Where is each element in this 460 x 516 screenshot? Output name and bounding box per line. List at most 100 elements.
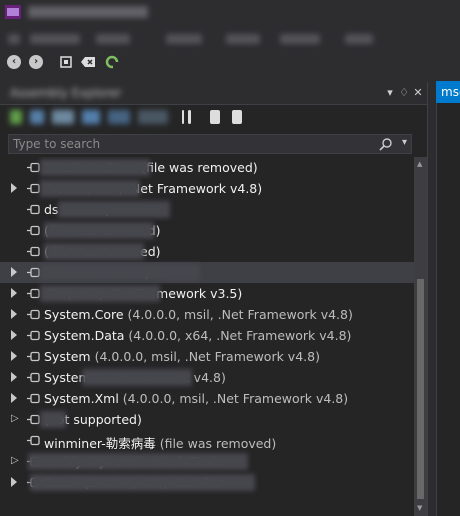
menu-item[interactable]	[345, 34, 373, 44]
assembly-details: (file was removed)	[155, 436, 277, 451]
chip-icon[interactable]	[58, 54, 74, 70]
search-box[interactable]: ▾	[8, 134, 412, 154]
assembly-reference-icon	[27, 162, 40, 173]
menu-item[interactable]	[166, 34, 202, 44]
expand-arrow-icon[interactable]	[11, 477, 17, 487]
menu-item[interactable]	[96, 34, 130, 44]
dropdown-icon[interactable]: ▾	[384, 86, 396, 100]
redaction-mask	[44, 222, 154, 239]
expand-arrow-icon[interactable]	[11, 372, 17, 382]
assembly-name: System.Core	[44, 307, 124, 322]
scrollbar-thumb[interactable]	[417, 279, 424, 499]
assembly-details: (4.0.0.0, msil, .Net Framework v4.8)	[123, 307, 353, 322]
menu-item[interactable]	[280, 34, 320, 44]
assembly-reference-icon	[27, 372, 40, 383]
expand-arrow-icon[interactable]	[11, 309, 17, 319]
menu-item[interactable]	[226, 34, 260, 44]
list-item[interactable]: System.Data (4.0.0.0, x64, .Net Framewor…	[0, 325, 414, 346]
redaction-mask	[28, 453, 248, 470]
assembly-name: System.Data	[44, 328, 125, 343]
list-item[interactable]: Framework v4.8)	[0, 262, 414, 283]
redaction-mask	[40, 285, 160, 302]
list-item[interactable]: 016, x86, .Net Framework v3.5)	[0, 283, 414, 304]
toolbar-icon[interactable]	[182, 110, 184, 124]
title-bar	[0, 0, 460, 26]
search-options-icon[interactable]: ▾	[402, 137, 407, 148]
document-tab[interactable]: msc	[436, 81, 460, 103]
expand-arrow-icon[interactable]	[11, 330, 17, 340]
list-item[interactable]: DAL.Data.Base (file was removed)	[0, 157, 414, 178]
toolbar-icon[interactable]	[52, 110, 74, 124]
back-icon[interactable]: ‹	[6, 54, 22, 70]
toolbar-icon[interactable]	[210, 110, 220, 124]
expand-arrow-icon[interactable]	[11, 351, 17, 361]
menu-item[interactable]	[30, 34, 80, 44]
assembly-label: winminer-勒索病毒 (file was removed)	[44, 433, 276, 452]
list-item[interactable]: ▷ (not supported)	[0, 409, 414, 430]
list-item[interactable]: ds moved)	[0, 199, 414, 220]
list-item[interactable]: System.Xml (4.0.0.0, msil, .Net Framewor…	[0, 388, 414, 409]
toolbar-icon[interactable]	[138, 110, 168, 124]
list-item[interactable]: Batch (1.0.0.0, x86, .Net Fra	[0, 472, 414, 493]
toolbar-icon[interactable]	[108, 110, 130, 124]
assembly-reference-icon	[27, 267, 40, 278]
pin-icon[interactable]: ♢	[398, 86, 410, 100]
expand-arrow-icon[interactable]	[11, 267, 17, 277]
list-item[interactable]: ▷embly: CyberWin.Work.Trade	[0, 451, 414, 472]
delete-icon[interactable]	[80, 54, 96, 70]
assembly-reference-icon	[27, 204, 40, 215]
vertical-scrollbar[interactable]: ▲ ▼	[414, 157, 427, 516]
window-title	[28, 6, 148, 18]
expand-arrow-icon[interactable]: ▷	[11, 414, 19, 424]
expand-arrow-icon[interactable]	[11, 183, 17, 193]
redaction-mask	[82, 369, 192, 386]
redaction-mask	[30, 474, 255, 491]
expand-arrow-icon[interactable]: ▷	[11, 456, 19, 466]
list-item[interactable]: 4.0.0.0, x64, .Net Framework v4.8)	[0, 178, 414, 199]
assembly-reference-icon	[27, 246, 40, 257]
close-icon[interactable]: ✕	[412, 86, 424, 100]
list-item[interactable]: System (4.0.0.0, msil, .Net Framework v4…	[0, 346, 414, 367]
app-logo-icon	[5, 5, 21, 19]
scroll-up-icon[interactable]: ▲	[417, 160, 422, 168]
expand-arrow-icon[interactable]	[11, 288, 17, 298]
list-item[interactable]: (file was removed)	[0, 241, 414, 262]
assembly-label: System.Data (4.0.0.0, x64, .Net Framewor…	[44, 328, 351, 343]
refresh-icon[interactable]	[104, 54, 120, 70]
assembly-details: (4.0.0.0, msil, .Net Framework v4.8)	[118, 391, 349, 406]
toolbar-icon[interactable]	[232, 110, 242, 124]
panel-header: Assembly Explorer ▾ ♢ ✕	[0, 82, 427, 105]
assembly-reference-icon	[27, 393, 40, 404]
add-icon[interactable]	[10, 110, 22, 124]
assembly-list: DAL.Data.Base (file was removed) 4.0.0.0,…	[0, 157, 414, 516]
assembly-reference-icon	[27, 351, 40, 362]
redaction-mask	[40, 159, 150, 176]
toolbar-icon[interactable]	[82, 110, 100, 124]
list-item[interactable]: System.Core (4.0.0.0, msil, .Net Framewo…	[0, 304, 414, 325]
assembly-label: System.Core (4.0.0.0, msil, .Net Framewo…	[44, 307, 353, 322]
redaction-mask	[40, 411, 66, 428]
toolbar-icon[interactable]	[188, 110, 191, 124]
list-item[interactable]: winminer-勒索病毒 (file was removed)	[0, 430, 414, 451]
assembly-reference-icon	[27, 330, 40, 341]
redaction-mask	[40, 180, 140, 197]
assembly-reference-icon	[27, 435, 40, 446]
assembly-name: System	[44, 349, 91, 364]
toolbar-icon[interactable]	[30, 110, 44, 124]
assembly-name: System.Xml	[44, 391, 119, 406]
menu-item[interactable]	[8, 34, 20, 44]
assembly-details: (4.0.0.0, x64, .Net Framework v4.8)	[124, 328, 352, 343]
assembly-label: System (4.0.0.0, msil, .Net Framework v4…	[44, 349, 320, 364]
forward-icon[interactable]: ›	[28, 54, 44, 70]
search-input[interactable]	[11, 136, 385, 152]
expand-arrow-icon[interactable]	[11, 393, 17, 403]
assembly-explorer-panel: Assembly Explorer ▾ ♢ ✕ ▾ DAL.Data.Base …	[0, 82, 428, 516]
scroll-down-icon[interactable]: ▼	[417, 504, 422, 512]
main-toolbar: ‹ ›	[0, 50, 460, 74]
list-item[interactable]: System.Net Framework v4.8)	[0, 367, 414, 388]
menu-bar[interactable]	[0, 28, 460, 50]
list-item[interactable]: (file was removed)	[0, 220, 414, 241]
search-icon[interactable]	[379, 137, 393, 151]
redaction-mask	[44, 243, 144, 260]
assembly-details: (4.0.0.0, msil, .Net Framework v4.8)	[90, 349, 320, 364]
